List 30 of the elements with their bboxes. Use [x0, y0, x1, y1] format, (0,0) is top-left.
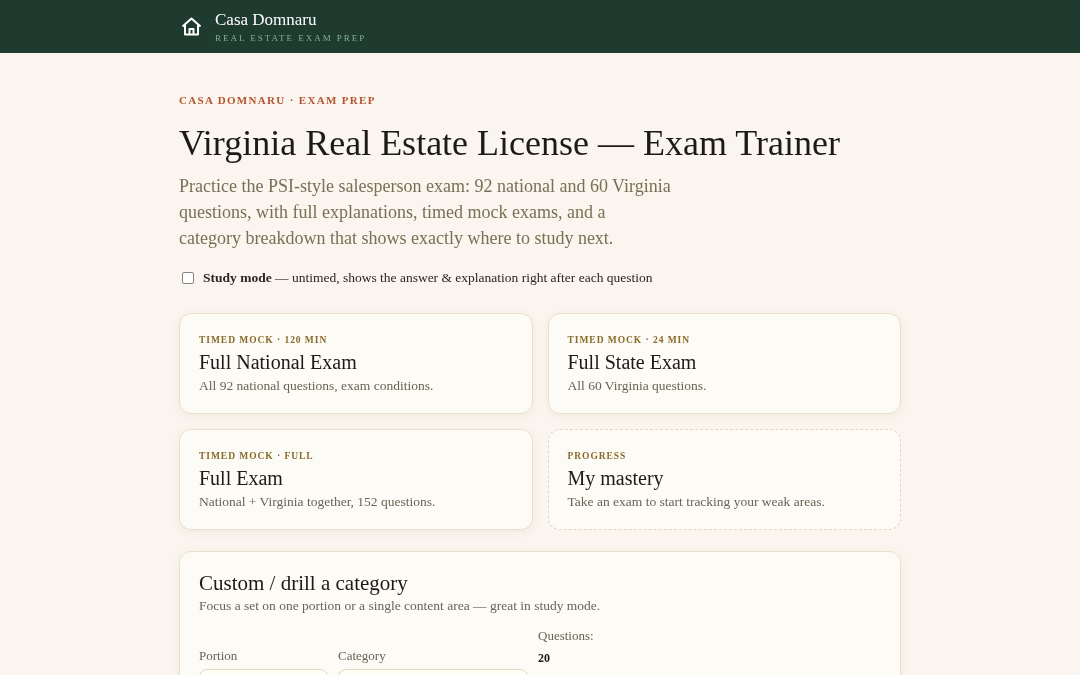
card-description: Take an exam to start tracking your weak areas.	[567, 493, 826, 511]
card-title: Full Exam	[199, 466, 284, 490]
card-description: All 60 Virginia questions.	[567, 377, 708, 395]
study-mode-checkbox[interactable]	[182, 272, 194, 284]
questions-label: Questions:	[538, 628, 594, 644]
exam-card[interactable]: TIMED MOCK · 120 MIN Full National Exam All 92 national questions, exam conditions.	[179, 313, 533, 414]
card-eyebrow: TIMED MOCK · FULL	[199, 450, 315, 462]
home-icon[interactable]	[181, 17, 202, 36]
questions-count: 20	[538, 650, 551, 666]
card-description: All 92 national questions, exam conditions.	[199, 377, 435, 395]
card-eyebrow: TIMED MOCK · 24 MIN	[567, 334, 692, 346]
page-kicker: CASA DOMNARU · EXAM PREP	[179, 93, 377, 107]
exam-card[interactable]: TIMED MOCK · 24 MIN Full State Exam All 60 Virginia questions.	[547, 313, 901, 414]
card-description: National + Virginia together, 152 questions.	[199, 493, 437, 511]
card-title: My mastery	[567, 466, 665, 490]
exam-card[interactable]: PROGRESS My mastery Take an exam to start tracking your weak areas.	[547, 429, 901, 530]
card-eyebrow: PROGRESS	[567, 450, 628, 462]
page-title: Virginia Real Estate License — Exam Trainer	[179, 122, 841, 165]
panel-title: Custom / drill a category	[199, 570, 409, 596]
field-label: Portion	[199, 648, 239, 664]
card-title: Full National Exam	[199, 350, 358, 374]
panel-description: Focus a set on one portion or a single content area — great in study mode.	[199, 597, 602, 615]
study-mode-label: Study mode — untimed, shows the answer & explanation right after each question	[203, 269, 653, 287]
field-label: Category	[338, 648, 387, 664]
card-eyebrow: TIMED MOCK · 120 MIN	[199, 334, 329, 346]
exam-card[interactable]: TIMED MOCK · FULL Full Exam National + Virginia together, 152 questions.	[179, 429, 533, 530]
intro-text: Practice the PSI-style salesperson exam: 92 national and 60 Virginia questions, with full explanations, timed mock exams, and a category breakdown that shows exactly where to study next.	[179, 175, 671, 250]
card-title: Full State Exam	[567, 350, 698, 374]
brand-tagline: REAL ESTATE EXAM PREP	[215, 31, 367, 44]
brand-name: Casa Domnaru	[215, 9, 318, 30]
